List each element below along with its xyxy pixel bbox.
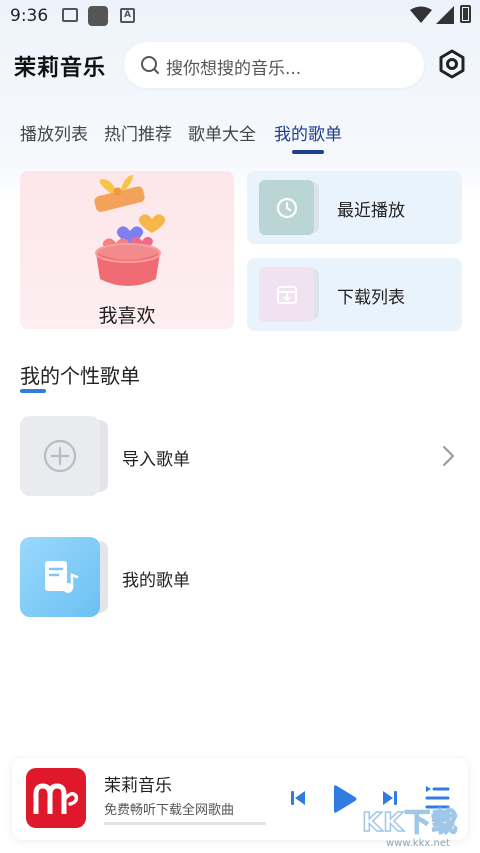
section-title: 我的个性歌单 (20, 364, 140, 388)
import-playlist-row[interactable]: 导入歌单 (20, 416, 460, 496)
clock-icon (276, 197, 298, 219)
previous-track-icon[interactable] (290, 789, 306, 807)
settings-hex-icon[interactable] (436, 48, 468, 80)
music-doc-icon (45, 561, 79, 593)
a-font-icon: A (120, 8, 135, 23)
search-placeholder: 搜你想搜的音乐... (166, 59, 302, 79)
my-playlist-cover (20, 537, 100, 617)
watermark-text: KK下载 (361, 807, 459, 839)
watermark-url: www.kkx.net (386, 838, 450, 849)
tab-active-indicator (292, 150, 324, 154)
player-title: 茉莉音乐 (104, 776, 172, 796)
app-logo (26, 768, 86, 828)
battery-icon (460, 5, 471, 23)
status-time: 9:36 (10, 6, 49, 26)
download-list-card[interactable]: 下载列表 (247, 258, 462, 331)
download-list-label: 下载列表 (337, 288, 405, 308)
plus-circle-icon (43, 439, 77, 473)
search-icon (141, 56, 159, 74)
search-input[interactable]: 搜你想搜的音乐... (124, 42, 424, 88)
gift-box-hearts-icon (94, 175, 166, 286)
my-playlist-row[interactable]: 我的歌单 (20, 537, 460, 617)
tab-playlist-collection[interactable]: 歌单大全 (188, 120, 256, 145)
watermark: KK下载 www.kkx.net (352, 800, 480, 853)
import-playlist-label: 导入歌单 (122, 450, 190, 470)
player-progress-bar[interactable] (104, 822, 266, 825)
section-underline (20, 389, 46, 393)
app-title: 茉莉音乐 (14, 56, 107, 81)
tab-my-playlists[interactable]: 我的歌单 (274, 120, 342, 145)
recent-played-card[interactable]: 最近播放 (247, 171, 462, 244)
status-bar: 9:36 A (0, 0, 480, 34)
download-cover (259, 267, 319, 322)
gallery-icon (62, 8, 78, 22)
wifi-icon (410, 6, 432, 23)
recent-played-label: 最近播放 (337, 201, 405, 221)
my-playlist-label: 我的歌单 (122, 571, 190, 591)
chevron-right-icon[interactable] (440, 444, 456, 468)
favorites-label: 我喜欢 (98, 305, 156, 327)
tab-hot-recommend[interactable]: 热门推荐 (104, 120, 172, 145)
signal-icon (436, 6, 454, 24)
favorites-card[interactable]: 我喜欢 (20, 171, 234, 329)
import-cover (20, 416, 100, 496)
recent-cover (259, 180, 319, 235)
square-app-icon (88, 6, 108, 26)
download-box-icon (277, 286, 297, 304)
tab-bar: 播放列表 热门推荐 歌单大全 我的歌单 (0, 120, 480, 160)
molihua-logo-icon (33, 783, 79, 814)
tab-playlist[interactable]: 播放列表 (20, 120, 88, 145)
player-subtitle: 免费畅听下载全网歌曲 (104, 803, 235, 818)
